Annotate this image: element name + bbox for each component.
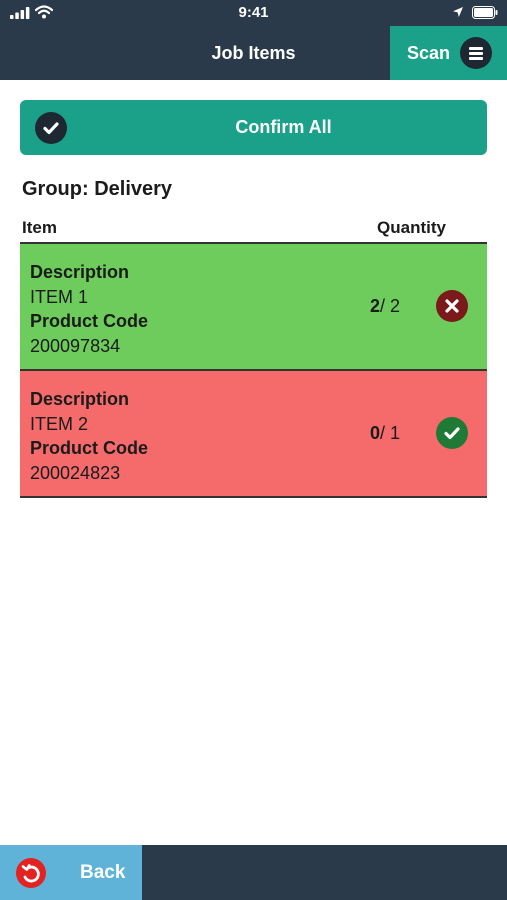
description-label: Description (30, 262, 130, 282)
product-code-value: 200097834 (30, 335, 121, 356)
description-value: ITEM 1 (30, 286, 89, 307)
description-label: Description (30, 389, 130, 409)
quantity: 0/ 1 (370, 371, 400, 496)
table-header: Item Quantity (20, 218, 487, 244)
scan-label: Scan (407, 43, 451, 63)
header-bar: Job Items Scan (0, 26, 507, 80)
table-row[interactable]: Description ITEM 2 Product Code 20002482… (20, 371, 487, 498)
product-code-label: Product Code (30, 311, 149, 331)
confirm-all-button[interactable]: Confirm All (20, 100, 487, 155)
quantity-total: / 1 (380, 423, 401, 443)
product-code-value: 200024823 (30, 462, 121, 483)
column-header-quantity: Quantity (377, 218, 446, 237)
quantity-total: / 2 (380, 296, 401, 316)
column-header-item: Item (22, 218, 57, 237)
close-icon (445, 299, 459, 313)
quantity: 2/ 2 (370, 244, 400, 369)
product-code-label: Product Code (30, 438, 149, 458)
confirm-item-button[interactable] (436, 417, 468, 449)
status-bar: 9:41 (0, 0, 507, 26)
quantity-done: 2 (370, 296, 381, 316)
item-details: Description ITEM 2 Product Code 20002482… (30, 387, 148, 485)
confirm-all-label: Confirm All (235, 117, 332, 137)
bottom-bar: Back (0, 845, 507, 900)
menu-button[interactable] (460, 37, 492, 69)
item-details: Description ITEM 1 Product Code 20009783… (30, 260, 148, 358)
table-row[interactable]: Description ITEM 1 Product Code 20009783… (20, 244, 487, 371)
description-value: ITEM 2 (30, 413, 89, 434)
back-button[interactable]: Back (0, 845, 142, 900)
status-time: 9:41 (238, 4, 269, 21)
undo-arrow-icon (16, 858, 46, 888)
location-arrow-icon (453, 7, 463, 17)
quantity-done: 0 (370, 423, 381, 443)
battery-icon (472, 6, 498, 19)
scan-button[interactable]: Scan (390, 26, 507, 80)
check-icon (444, 427, 460, 440)
group-title: Group: Delivery (22, 178, 173, 200)
remove-item-button[interactable] (436, 290, 468, 322)
menu-icon (469, 47, 483, 50)
back-label: Back (80, 862, 126, 883)
